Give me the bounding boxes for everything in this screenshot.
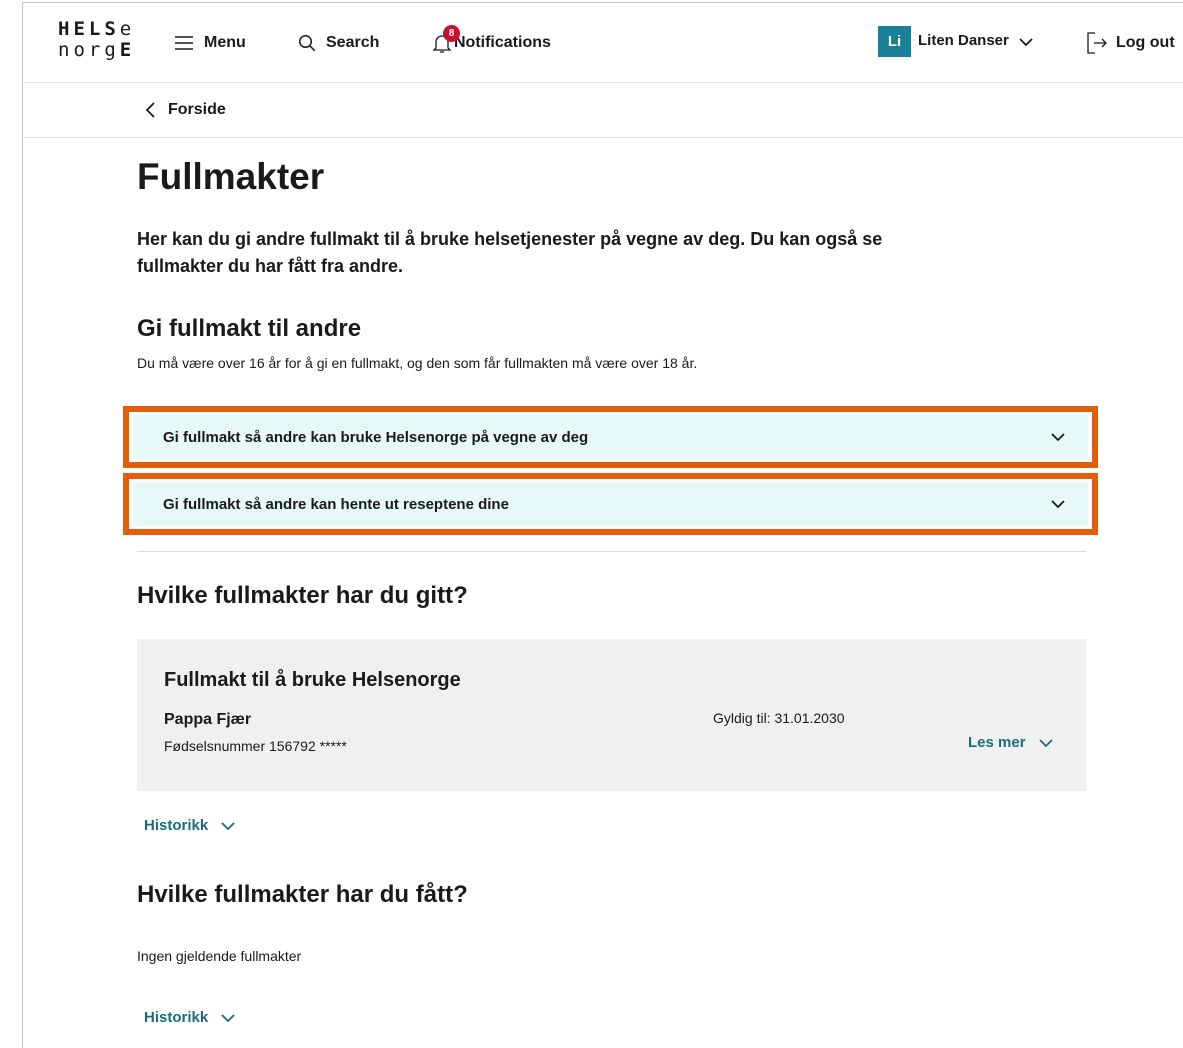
give-age-note: Du må være over 16 år for å gi en fullma…	[137, 355, 698, 371]
chevron-down-icon	[221, 1013, 235, 1022]
search-label: Search	[326, 34, 380, 51]
accordion-give-helsenorge-highlight: Gi fullmakt så andre kan bruke Helsenorg…	[123, 406, 1098, 468]
read-more-label: Les mer	[968, 734, 1026, 751]
card-person-name: Pappa Fjær	[164, 711, 252, 728]
section-divider	[137, 551, 1086, 552]
chevron-down-icon	[221, 821, 235, 830]
user-avatar[interactable]: Li	[878, 26, 911, 57]
logo-line-top: HELSe	[58, 18, 136, 40]
helsenorge-logo[interactable]: HELSe norgE	[58, 19, 162, 61]
chevron-left-icon	[145, 102, 155, 118]
chevron-down-icon	[1051, 500, 1065, 509]
breadcrumb-back-link[interactable]: Forside	[144, 101, 226, 119]
card-person-id: Fødselsnummer 156792 *****	[164, 738, 347, 754]
accordion-give-prescriptions-highlight: Gi fullmakt så andre kan hente ut resept…	[123, 473, 1098, 535]
chevron-down-icon	[1038, 738, 1053, 747]
accordion-give-helsenorge[interactable]: Gi fullmakt så andre kan bruke Helsenorg…	[133, 415, 1088, 459]
logout-icon	[1087, 32, 1107, 54]
page-lead-text: Her kan du gi andre fullmakt til å bruke…	[137, 229, 883, 276]
menu-button[interactable]: Menu	[174, 29, 246, 57]
user-name[interactable]: Liten Danser	[918, 32, 1009, 49]
breadcrumb-label: Forside	[168, 101, 226, 118]
given-section-heading: Hvilke fullmakter har du gitt?	[137, 582, 468, 609]
notification-count-badge: 8	[443, 25, 460, 42]
read-more-button[interactable]: Les mer	[968, 734, 1054, 751]
accordion-label: Gi fullmakt så andre kan bruke Helsenorg…	[163, 428, 589, 446]
history-label: Historikk	[144, 1009, 209, 1026]
accordion-give-prescriptions[interactable]: Gi fullmakt så andre kan hente ut resept…	[133, 482, 1088, 526]
user-menu-chevron-down-icon[interactable]	[1018, 34, 1034, 50]
hamburger-icon	[175, 36, 193, 50]
menu-label: Menu	[204, 34, 246, 51]
received-history-toggle[interactable]: Historikk	[144, 1009, 236, 1026]
logout-button[interactable]: Log out	[1086, 29, 1175, 57]
received-section-heading: Hvilke fullmakter har du fått?	[137, 881, 468, 908]
top-navigation-bar: HELSe norgE Menu Search Notifications 8 …	[23, 3, 1183, 83]
search-button[interactable]: Search	[298, 29, 379, 57]
give-section-heading: Gi fullmakt til andre	[137, 315, 362, 342]
page-title: Fullmakter	[137, 156, 325, 197]
chevron-down-icon	[1051, 433, 1065, 442]
given-history-toggle[interactable]: Historikk	[144, 817, 236, 834]
history-label: Historikk	[144, 817, 209, 834]
card-title: Fullmakt til å bruke Helsenorge	[164, 669, 461, 691]
breadcrumb-bar: Forside	[23, 83, 1183, 138]
card-valid-until: Gyldig til: 31.01.2030	[713, 710, 845, 726]
notifications-label: Notifications	[454, 34, 551, 51]
logout-label: Log out	[1116, 34, 1175, 51]
logo-line-bottom: norgE	[58, 39, 136, 61]
given-authorization-card: Fullmakt til å bruke Helsenorge Pappa Fj…	[137, 639, 1086, 791]
no-authorizations-text: Ingen gjeldende fullmakter	[137, 948, 302, 964]
search-icon	[298, 34, 316, 52]
accordion-label: Gi fullmakt så andre kan hente ut resept…	[163, 495, 509, 513]
